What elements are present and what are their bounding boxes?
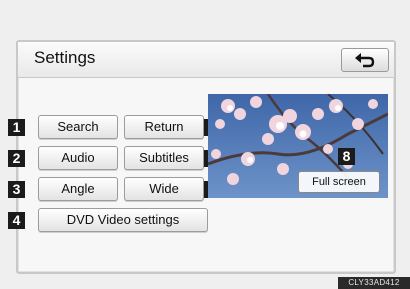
callout-number-4: 4 — [8, 212, 25, 229]
page-title: Settings — [34, 48, 96, 67]
angle-button[interactable]: Angle — [38, 177, 118, 201]
subtitles-button[interactable]: Subtitles — [124, 146, 204, 170]
callout-number-3: 3 — [8, 181, 25, 198]
figure-code: CLY33AD412 — [338, 277, 410, 289]
callout-number-2: 2 — [8, 150, 25, 167]
wide-button[interactable]: Wide — [124, 177, 204, 201]
audio-button[interactable]: Audio — [38, 146, 118, 170]
return-arrow-icon — [355, 53, 375, 68]
callout-number-8: 8 — [338, 148, 355, 165]
back-button[interactable] — [341, 48, 389, 72]
video-preview[interactable]: 8 Full screen — [208, 94, 388, 198]
return-button[interactable]: Return — [124, 115, 204, 139]
search-button[interactable]: Search — [38, 115, 118, 139]
settings-screen: Settings 1 Search 2 Audio 3 Angle 4 DVD … — [8, 40, 396, 274]
callout-number-1: 1 — [8, 119, 25, 136]
full-screen-button[interactable]: Full screen — [298, 171, 380, 193]
header-bar: Settings — [18, 42, 394, 78]
dvd-video-settings-button[interactable]: DVD Video settings — [38, 208, 208, 232]
